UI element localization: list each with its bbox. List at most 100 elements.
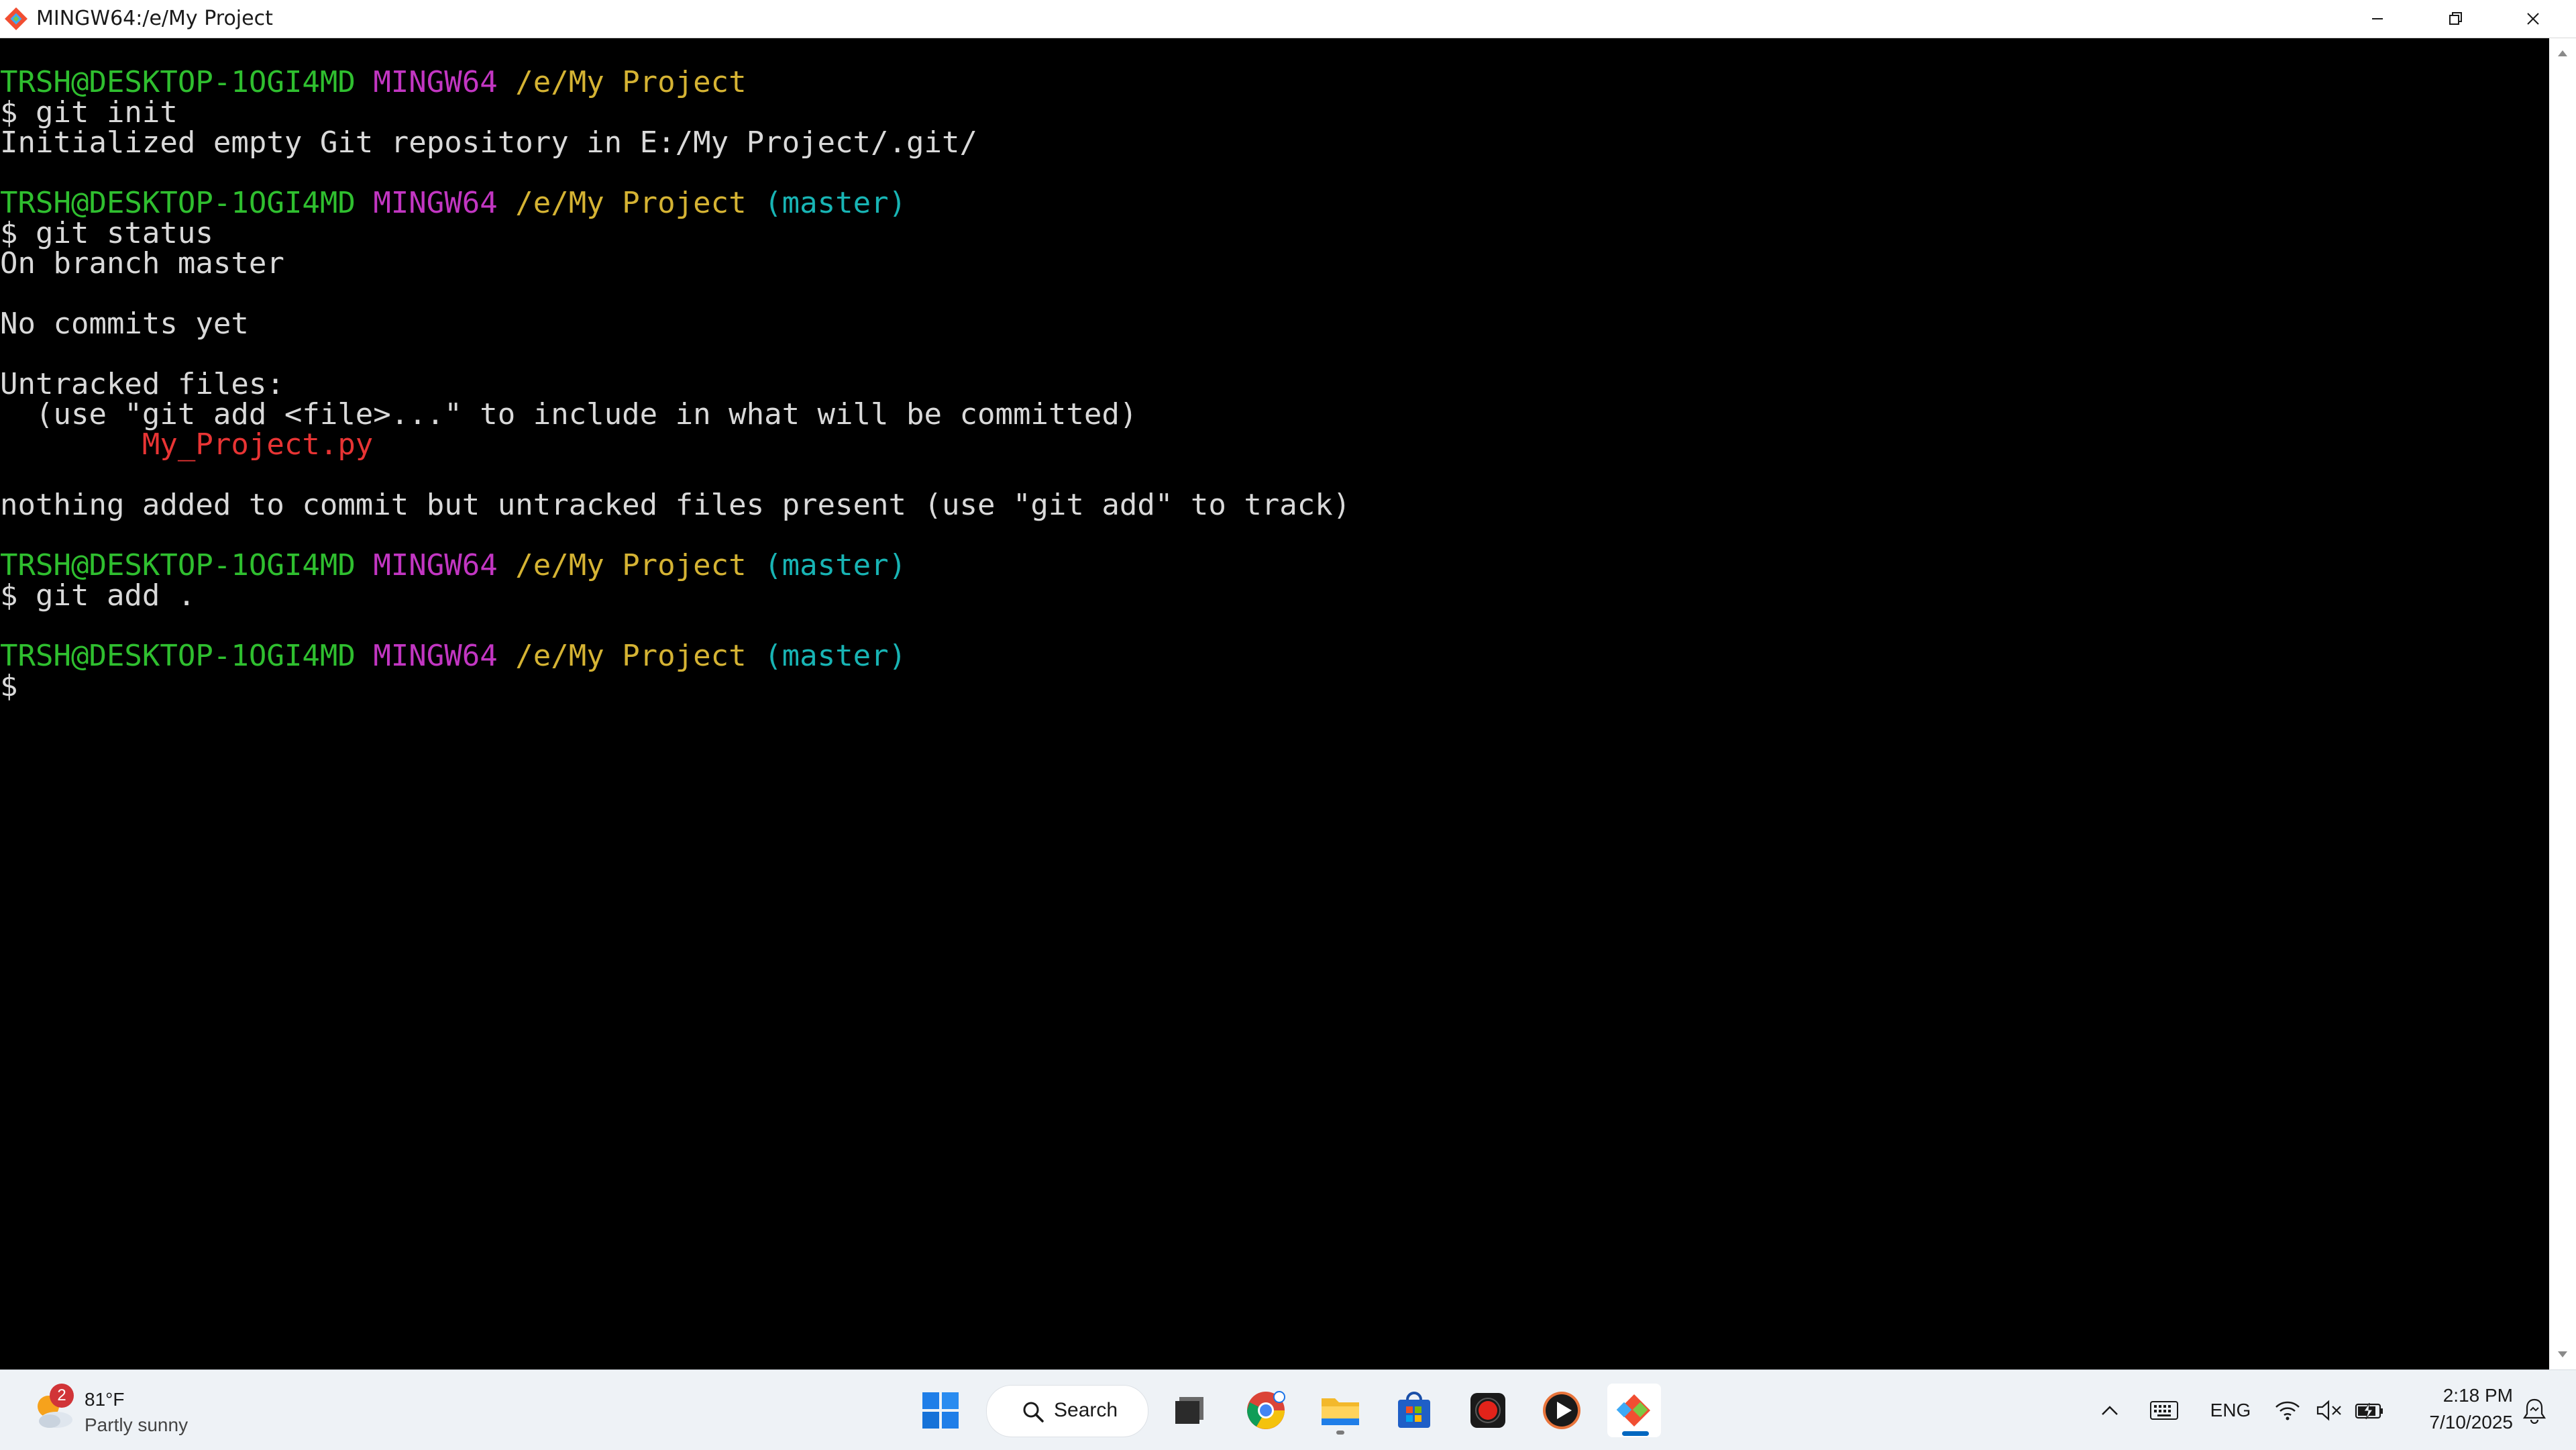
taskbar-app-task-view[interactable] [1162,1384,1216,1437]
terminal-output[interactable]: TRSH@DESKTOP-1OGI4MD MINGW64 /e/My Proje… [0,38,2549,1369]
terminal-segment-path: /e/My Project [515,186,747,220]
minimize-icon [2372,18,2383,19]
terminal-segment-user: TRSH@DESKTOP-1OGI4MD [0,548,356,582]
terminal-segment-branch: (master) [764,639,907,673]
taskbar-app-git-bash[interactable] [1607,1384,1661,1437]
terminal-segment-branch: (master) [764,186,907,220]
close-button[interactable] [2496,0,2571,38]
terminal-segment-plain: Initialized empty Git repository in E:/M… [0,125,977,160]
active-app-indicator [1622,1431,1649,1436]
terminal-line: nothing added to commit but untracked fi… [0,490,1350,520]
weather-temperature: 81°F [85,1389,125,1410]
scroll-up-button[interactable] [2549,38,2576,68]
terminal-segment-path: /e/My Project [515,639,747,673]
terminal-segment-path: /e/My Project [515,65,747,99]
window-title: MINGW64:/e/My Project [36,7,273,30]
triangle-down-icon [2558,1351,2567,1357]
restore-button[interactable] [2418,0,2493,38]
terminal-line: TRSH@DESKTOP-1OGI4MD MINGW64 /e/My Proje… [0,188,1350,218]
terminal-segment-plain [0,427,142,462]
terminal-segment-plain [356,186,374,220]
keyboard-icon [2150,1400,2178,1420]
terminal-segment-plain: nothing added to commit but untracked fi… [0,488,1351,522]
weather-badge: 2 [50,1384,74,1408]
terminal-segment-plain: On branch master [0,246,284,280]
network-button[interactable] [2267,1370,2308,1450]
store-icon [1398,1392,1430,1428]
terminal-line: TRSH@DESKTOP-1OGI4MD MINGW64 /e/My Proje… [0,67,1350,97]
folder-icon [1322,1398,1359,1425]
task-view-icon [1175,1397,1203,1424]
windows-logo-icon [922,1392,959,1429]
window-title-bar: MINGW64:/e/My Project [0,0,2576,38]
volume-muted-icon [2316,1400,2341,1420]
terminal-segment-plain [356,548,374,582]
terminal-segment-mingw: MINGW64 [373,186,498,220]
terminal-segment-plain [498,548,516,582]
restore-icon [2449,12,2462,25]
taskbar-search[interactable]: Search [986,1385,1148,1437]
terminal-segment-mingw: MINGW64 [373,65,498,99]
git-icon [1616,1394,1651,1427]
taskbar-app-microsoft-store[interactable] [1387,1384,1441,1437]
terminal-segment-plain: (use "git add <file>..." to include in w… [0,397,1138,431]
terminal-segment-plain [498,65,516,99]
search-label: Search [1054,1399,1118,1421]
terminal-segment-plain: $ git add . [0,578,196,613]
weather-widget[interactable]: 2 81°F Partly sunny [30,1384,231,1437]
vertical-scrollbar[interactable] [2549,38,2576,1369]
play-icon [1543,1392,1580,1429]
taskbar-app-media-player[interactable] [1535,1384,1589,1437]
terminal-text: TRSH@DESKTOP-1OGI4MD MINGW64 /e/My Proje… [0,67,1350,701]
notifications-button[interactable] [2514,1370,2555,1450]
system-clock[interactable]: 2:18 PM 7/10/2025 [2392,1382,2513,1436]
clock-time: 2:18 PM [2443,1385,2513,1406]
terminal-segment-mingw: MINGW64 [373,639,498,673]
minimize-button[interactable] [2340,0,2415,38]
terminal-line: $ git init [0,97,1350,127]
terminal-line: Initialized empty Git repository in E:/M… [0,127,1350,158]
terminal-segment-user: TRSH@DESKTOP-1OGI4MD [0,186,356,220]
input-language-indicator[interactable]: ENG [2206,1370,2255,1450]
battery-button[interactable] [2349,1370,2390,1450]
terminal-segment-plain [356,639,374,673]
taskbar-app-chrome[interactable] [1239,1384,1293,1437]
close-icon [2527,13,2539,25]
volume-button[interactable] [2309,1370,2349,1450]
taskbar: 2 81°F Partly sunny Search ENG 2:18 PM 7… [0,1369,2576,1450]
start-button[interactable] [914,1384,967,1437]
terminal-segment-plain: $ git init [0,95,178,130]
terminal-segment-plain [498,639,516,673]
terminal-line: TRSH@DESKTOP-1OGI4MD MINGW64 /e/My Proje… [0,550,1350,580]
terminal-line: (use "git add <file>..." to include in w… [0,399,1350,429]
scroll-down-button[interactable] [2549,1340,2576,1369]
terminal-line: No commits yet [0,309,1350,339]
taskbar-app-screen-recorder[interactable] [1461,1384,1515,1437]
terminal-segment-plain: No commits yet [0,307,249,341]
terminal-segment-plain [747,186,765,220]
chevron-up-icon [2102,1405,2118,1415]
wifi-icon [2275,1401,2300,1420]
taskbar-app-file-explorer[interactable] [1313,1384,1367,1437]
terminal-segment-plain: $ [0,669,18,703]
terminal-segment-user: TRSH@DESKTOP-1OGI4MD [0,639,356,673]
terminal-segment-plain: $ git status [0,216,213,250]
touch-keyboard-button[interactable] [2144,1370,2184,1450]
show-hidden-icons-button[interactable] [2093,1370,2127,1450]
terminal-segment-branch: (master) [764,548,907,582]
terminal-line: $ git status [0,218,1350,248]
clock-date: 7/10/2025 [2429,1412,2513,1433]
terminal-line: My_Project.py [0,429,1350,460]
terminal-segment-red: My_Project.py [142,427,374,462]
running-indicator [1336,1431,1344,1435]
terminal-line: $ [0,671,1350,701]
chrome-icon [1247,1391,1285,1429]
terminal-segment-path: /e/My Project [515,548,747,582]
weather-description: Partly sunny [85,1414,189,1435]
terminal-segment-plain [498,186,516,220]
